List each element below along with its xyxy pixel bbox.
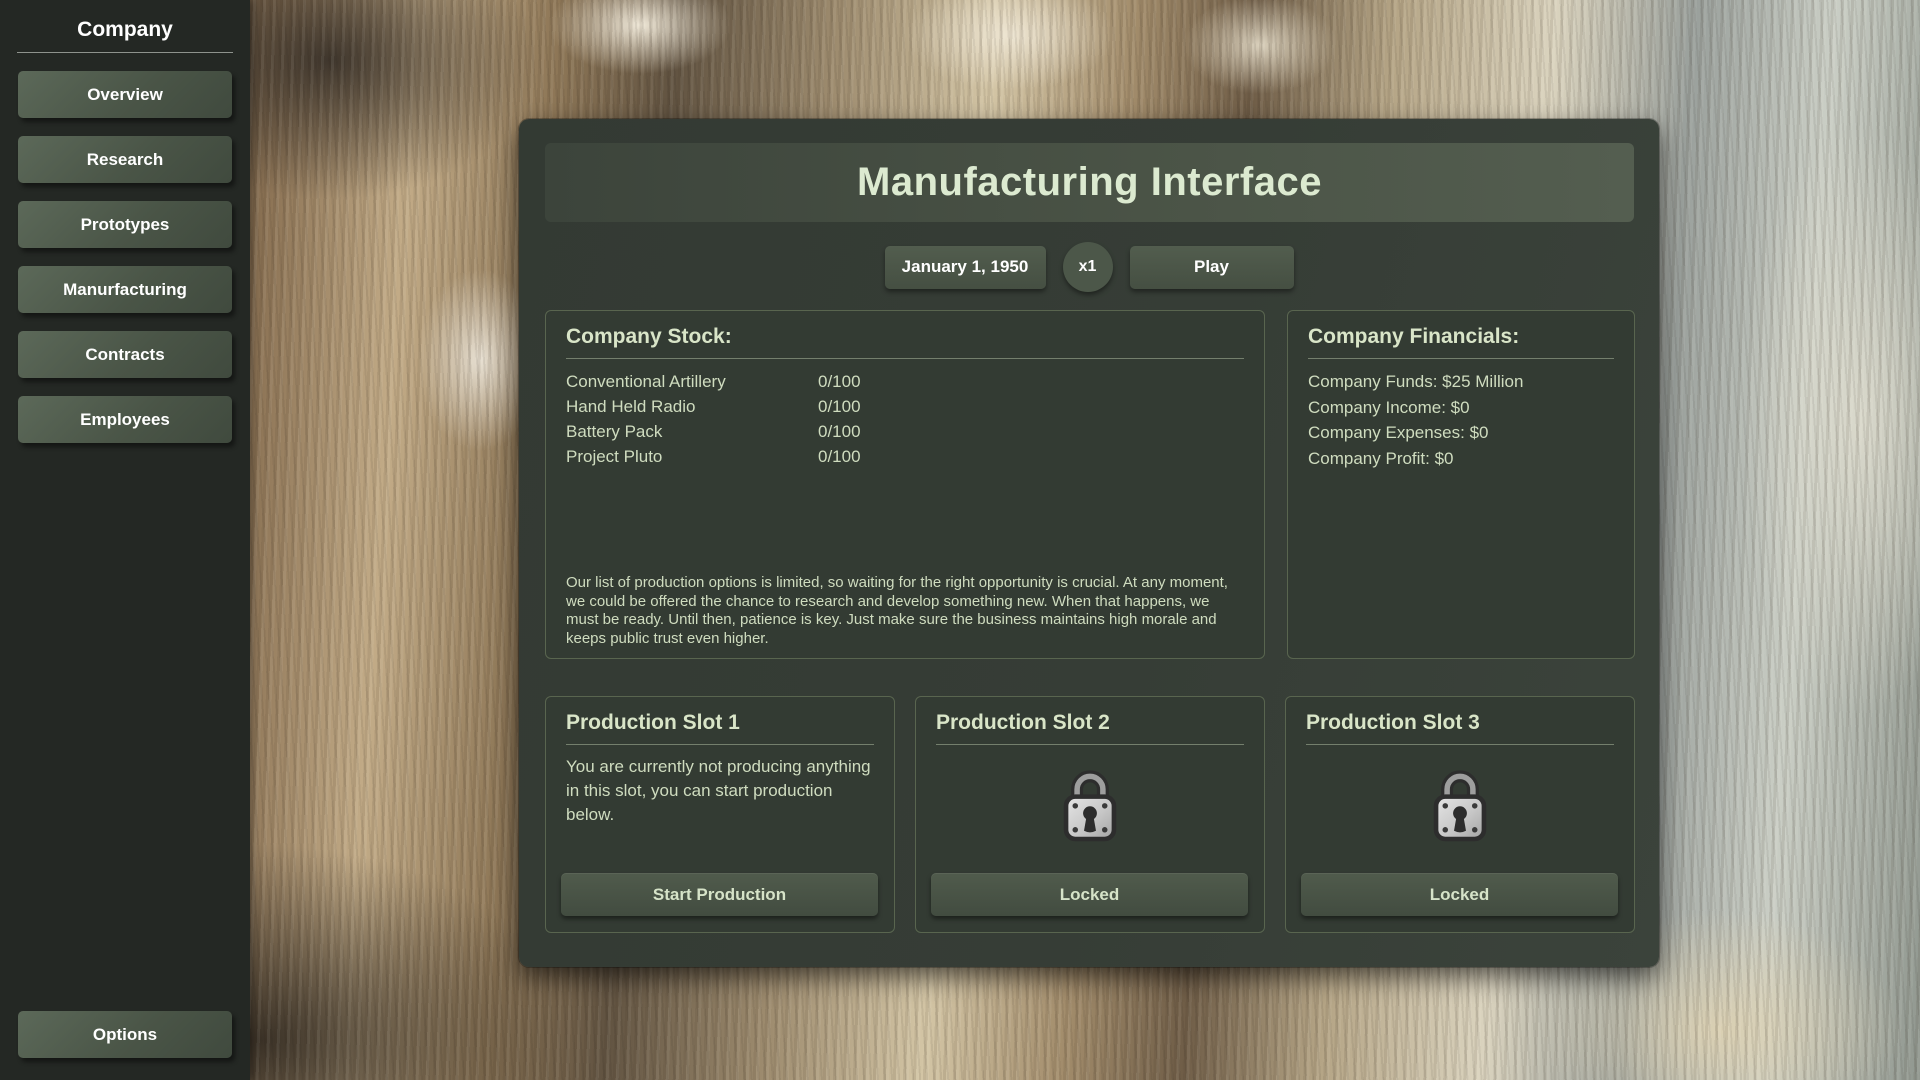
- stock-item-name: Hand Held Radio: [566, 394, 818, 419]
- sidebar-item-prototypes[interactable]: Prototypes: [18, 201, 232, 248]
- slot-description: You are currently not producing anything…: [566, 755, 874, 827]
- slot-title: Production Slot 2: [936, 711, 1244, 735]
- stock-row: Battery Pack 0/100: [566, 419, 1244, 444]
- speed-badge[interactable]: x1: [1063, 242, 1113, 292]
- slot-divider: [936, 744, 1244, 745]
- stock-item-value: 0/100: [818, 394, 861, 419]
- financials-divider: [1308, 358, 1614, 359]
- stock-item-value: 0/100: [818, 369, 861, 394]
- date-button[interactable]: January 1, 1950: [885, 246, 1046, 289]
- stock-item-value: 0/100: [818, 419, 861, 444]
- sidebar-item-contracts[interactable]: Contracts: [18, 331, 232, 378]
- financials-income: Company Income: $0: [1308, 395, 1614, 421]
- stock-item-name: Conventional Artillery: [566, 369, 818, 394]
- sidebar-item-research[interactable]: Research: [18, 136, 232, 183]
- sidebar: Company Overview Research Prototypes Man…: [0, 0, 250, 1080]
- sidebar-item-overview[interactable]: Overview: [18, 71, 232, 118]
- company-financials-panel: Company Financials: Company Funds: $25 M…: [1287, 310, 1635, 659]
- lock-icon: [1055, 765, 1125, 843]
- sidebar-item-employees[interactable]: Employees: [18, 396, 232, 443]
- sidebar-title: Company: [77, 18, 173, 42]
- stock-divider: [566, 358, 1244, 359]
- financials-expenses: Company Expenses: $0: [1308, 420, 1614, 446]
- start-production-button[interactable]: Start Production: [561, 873, 878, 916]
- slot-title: Production Slot 3: [1306, 711, 1614, 735]
- stock-note: Our list of production options is limite…: [566, 574, 1244, 648]
- production-slot-2-panel: Production Slot 2 Locked: [915, 696, 1265, 933]
- financials-profit: Company Profit: $0: [1308, 446, 1614, 472]
- sidebar-item-manufacturing[interactable]: Manurfacturing: [18, 266, 232, 313]
- sidebar-divider: [17, 52, 233, 53]
- company-stock-panel: Company Stock: Conventional Artillery 0/…: [545, 310, 1265, 659]
- game-screen: Company Overview Research Prototypes Man…: [0, 0, 1920, 1080]
- sidebar-item-options[interactable]: Options: [18, 1011, 232, 1058]
- locked-button-slot-3[interactable]: Locked: [1301, 873, 1618, 916]
- lock-icon: [1425, 765, 1495, 843]
- play-button[interactable]: Play: [1130, 246, 1294, 289]
- stock-title: Company Stock:: [566, 325, 1244, 349]
- slot-divider: [566, 744, 874, 745]
- stock-item-name: Battery Pack: [566, 419, 818, 444]
- time-controls: January 1, 1950 x1 Play: [519, 242, 1659, 292]
- locked-button-slot-2[interactable]: Locked: [931, 873, 1248, 916]
- slot-divider: [1306, 744, 1614, 745]
- stock-item-name: Project Pluto: [566, 444, 818, 469]
- manufacturing-window: Manufacturing Interface January 1, 1950 …: [519, 119, 1659, 967]
- slot-title: Production Slot 1: [566, 711, 874, 735]
- production-slot-3-panel: Production Slot 3 Locked: [1285, 696, 1635, 933]
- financials-title: Company Financials:: [1308, 325, 1614, 349]
- stock-row: Conventional Artillery 0/100: [566, 369, 1244, 394]
- window-title-bar: Manufacturing Interface: [545, 143, 1634, 222]
- financials-funds: Company Funds: $25 Million: [1308, 369, 1614, 395]
- page-title: Manufacturing Interface: [857, 160, 1322, 205]
- stock-row: Hand Held Radio 0/100: [566, 394, 1244, 419]
- stock-row: Project Pluto 0/100: [566, 444, 1244, 469]
- stock-item-value: 0/100: [818, 444, 861, 469]
- production-slot-1-panel: Production Slot 1 You are currently not …: [545, 696, 895, 933]
